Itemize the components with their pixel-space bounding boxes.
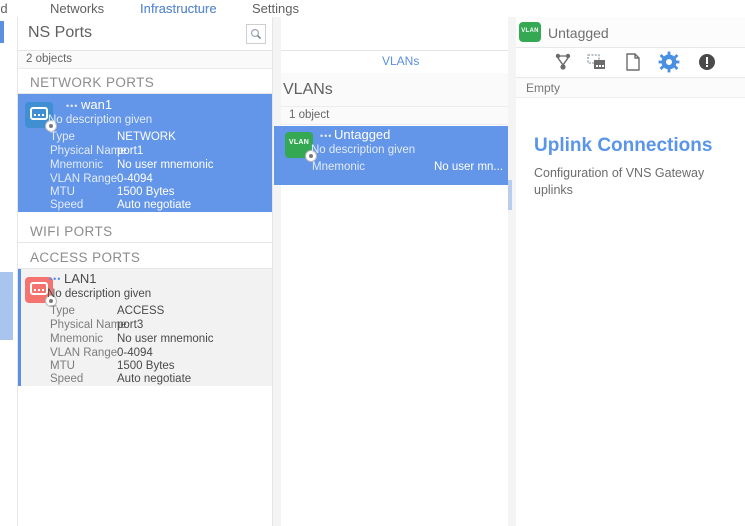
detail-label-mtu: MTU — [50, 186, 75, 198]
tab-vlans[interactable]: VLANs — [382, 54, 419, 68]
detail-label-mnemonic: Mnemonic — [50, 333, 104, 345]
middle-panel-tabstrip — [281, 17, 510, 51]
detail-label-mnemonic: Mnemonic — [312, 161, 366, 173]
detail-value-speed: Auto negotiate — [117, 199, 192, 211]
right-panel-scroll-marker[interactable] — [508, 180, 512, 210]
alert-glyph — [699, 54, 715, 70]
document-icon[interactable] — [622, 51, 644, 73]
right-panel-vlan-icon-label: VLAN — [521, 28, 539, 34]
document-glyph — [626, 53, 640, 71]
vlan-card-untagged[interactable]: VLAN ••• Untagged No description given M… — [274, 126, 510, 185]
left-rail-highlight[interactable] — [0, 272, 13, 340]
detail-section-title: Uplink Connections — [534, 135, 713, 156]
vlan-icon: VLAN — [285, 132, 317, 162]
section-header-access-ports: ACCESS PORTS — [18, 245, 273, 269]
detail-value-vlan-range: 0-4094 — [117, 347, 153, 359]
middle-panel-gutter — [273, 17, 281, 526]
detail-label-speed: Speed — [50, 373, 84, 385]
middle-panel-object-count: 1 object — [281, 107, 510, 125]
clone-icon[interactable] — [586, 51, 608, 73]
port-card-name: LAN1 — [64, 271, 97, 286]
nav-item-dashboard[interactable]: rd — [0, 0, 8, 17]
vlan-card-name: Untagged — [334, 127, 391, 142]
detail-label-speed: Speed — [50, 199, 84, 211]
network-port-glyph — [30, 107, 48, 120]
vlan-card-description: No description given — [311, 144, 416, 156]
port-card-description: No description given — [48, 114, 153, 126]
port-card-description: No description given — [47, 288, 152, 300]
topology-icon[interactable] — [552, 51, 574, 73]
left-panel-title: NS Ports — [28, 24, 93, 41]
gear-icon[interactable] — [658, 51, 680, 73]
detail-label-type: Type — [50, 131, 75, 143]
status-dots-icon: ••• — [320, 131, 333, 141]
detail-label-vlan-range: VLAN Range — [50, 173, 118, 185]
detail-value-speed: Auto negotiate — [117, 373, 192, 385]
port-card-lan1[interactable]: ••• LAN1 No description given Type ACCES… — [18, 269, 273, 386]
detail-value-physical-name: port3 — [117, 319, 144, 331]
clone-glyph — [587, 54, 605, 69]
right-panel-empty-label: Empty — [516, 78, 745, 98]
right-panel-vlan-icon: VLAN — [519, 22, 541, 42]
detail-value-mnemonic: No user mn... — [434, 161, 504, 173]
card-selection-accent — [18, 269, 21, 386]
search-icon[interactable] — [246, 24, 266, 44]
detail-value-mnemonic: No user mnemonic — [117, 333, 214, 345]
detail-value-mtu: 1500 Bytes — [117, 360, 175, 372]
gear-glyph — [658, 51, 680, 73]
detail-value-type: ACCESS — [117, 305, 165, 317]
topology-glyph — [555, 53, 571, 70]
middle-panel-title: VLANs — [283, 81, 333, 98]
alert-icon[interactable] — [696, 51, 718, 73]
detail-label-mnemonic: Mnemonic — [50, 159, 104, 171]
detail-section-subtitle: Configuration of VNS Gateway uplinks — [534, 166, 705, 197]
access-port-glyph — [30, 282, 48, 295]
detail-label-type: Type — [50, 305, 75, 317]
detail-label-physical-name: Physical Name — [50, 145, 127, 157]
section-header-network-ports: NETWORK PORTS — [18, 70, 273, 94]
right-panel-title: Untagged — [548, 25, 609, 41]
port-card-wan1[interactable]: ••• wan1 No description given Type NETWO… — [18, 94, 273, 212]
left-panel-object-count: 2 objects — [18, 51, 273, 69]
detail-value-physical-name: port1 — [117, 145, 144, 157]
top-navigation: rd Networks Infrastructure Infrastructur… — [0, 0, 745, 18]
section-header-wifi-ports: WIFI PORTS — [18, 219, 273, 243]
port-card-name: wan1 — [81, 97, 113, 112]
nav-item-infrastructure-active[interactable]: Infrastructure — [140, 0, 217, 17]
detail-value-type: NETWORK — [117, 131, 176, 143]
nav-item-networks[interactable]: Networks — [50, 0, 104, 17]
left-rail-marker-top[interactable] — [0, 21, 4, 43]
nav-item-settings[interactable]: Settings — [252, 0, 299, 17]
detail-label-vlan-range: VLAN Range — [50, 347, 118, 359]
status-dots-icon: ••• — [49, 274, 62, 284]
detail-label-physical-name: Physical Name — [50, 319, 127, 331]
right-panel-gutter — [508, 17, 516, 526]
status-dots-icon: ••• — [66, 101, 79, 111]
detail-value-mtu: 1500 Bytes — [117, 186, 175, 198]
detail-value-vlan-range: 0-4094 — [117, 173, 153, 185]
detail-label-mtu: MTU — [50, 360, 75, 372]
search-glyph — [250, 28, 261, 39]
detail-value-mnemonic: No user mnemonic — [117, 159, 214, 171]
vlan-icon-label: VLAN — [288, 139, 310, 146]
